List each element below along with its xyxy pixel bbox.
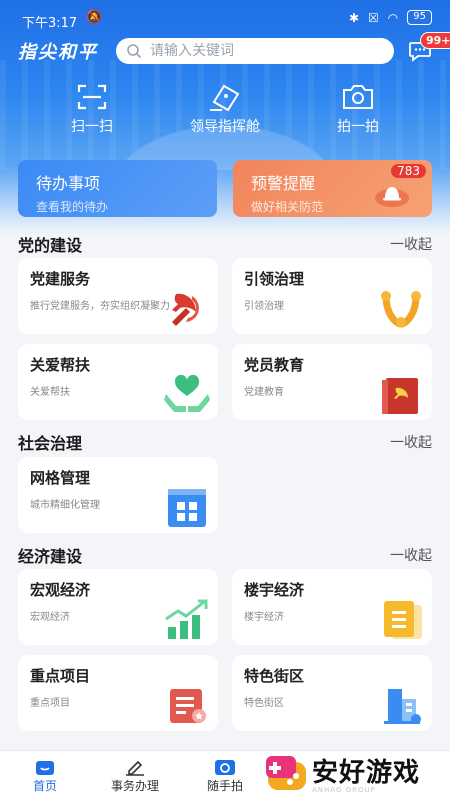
watermark-sub: ANHAO GROUP [312,786,376,794]
bluetooth-icon: ✱ [348,10,360,25]
card-title: 特色街区 [244,667,305,685]
card-leading[interactable]: 引领治理 引领治理 [232,258,432,334]
quick-photo[interactable]: 拍一拍 [330,82,386,136]
card-title: 引领治理 [244,270,305,288]
sim-icon: ☒ [368,10,379,25]
quick-scan-label: 扫一扫 [71,119,113,135]
section-header-social: 社会治理 一收起 [18,430,432,453]
cockpit-icon [210,84,240,112]
search-icon [127,44,142,59]
todo-subtitle: 查看我的待办 [36,200,109,214]
quick-scan[interactable]: 扫一扫 [64,82,120,136]
nav-snapshot[interactable]: 随手拍 [190,757,260,794]
section-header-party: 党的建设 一收起 [18,232,432,255]
mute-icon: 🔕 [86,10,103,25]
nav-affairs-label: 事务办理 [110,779,159,793]
section-header-economy: 经济建设 一收起 [18,543,432,566]
card-building-economy[interactable]: 楼宇经济 楼宇经济 [232,569,432,645]
leading-icon [381,291,421,328]
project-icon [170,689,206,723]
card-grid-management[interactable]: 网格管理 城市精细化管理 [18,457,218,533]
warning-card[interactable]: 预警提醒 做好相关防范 783 [233,160,432,217]
watermark-title: 安好游戏 [312,758,421,788]
quick-actions: 扫一扫 领导指挥舱 拍一拍 [0,82,450,142]
card-key-projects[interactable]: 重点项目 重点项目 [18,655,218,731]
status-icons: ✱ ☒ ◠ 95 [349,10,432,25]
home-icon [36,761,54,775]
status-time: 下午3:17 [22,16,78,31]
todo-card[interactable]: 待办事项 查看我的待办 [18,160,217,217]
card-featured-street[interactable]: 特色街区 特色街区 [232,655,432,731]
battery-icon: 95 [407,10,432,25]
collapse-button[interactable]: 一收起 [390,545,432,565]
card-party-service[interactable]: 党建服务 推行党建服务，夯实组织凝聚力 [18,258,218,334]
watermark: 安好游戏 ANHAO GROUP [262,752,450,800]
camera-icon [343,85,373,109]
todo-title: 待办事项 [36,174,101,193]
quick-cockpit-label: 领导指挥舱 [190,119,260,135]
card-macro-economy[interactable]: 宏观经济 宏观经济 [18,569,218,645]
card-title: 重点项目 [30,667,91,685]
collapse-button[interactable]: 一收起 [390,234,432,254]
party-emblem-icon [172,293,199,326]
section-title: 经济建设 [18,547,83,566]
card-title: 党建服务 [30,270,91,288]
quick-photo-label: 拍一拍 [337,119,379,135]
card-title: 关爱帮扶 [30,356,91,374]
nav-affairs[interactable]: 事务办理 [100,757,170,794]
chart-icon [165,599,208,639]
top-bar: 指尖和平 99+ [0,32,450,66]
card-title: 宏观经济 [30,581,91,599]
search-box[interactable] [116,38,394,64]
edit-icon [126,760,144,776]
card-title: 网格管理 [30,469,91,487]
scan-icon [77,84,107,110]
card-party-education[interactable]: 党员教育 党建教育 [232,344,432,420]
camera-icon [215,760,235,775]
card-title: 党员教育 [244,356,305,374]
section-title: 党的建设 [18,236,83,255]
party-book-icon [382,378,418,414]
warning-badge: 783 [391,164,426,178]
section-title: 社会治理 [18,434,83,453]
nav-home[interactable]: 首页 [10,757,80,794]
quick-cockpit[interactable]: 领导指挥舱 [180,82,270,136]
care-icon [164,374,210,412]
status-bar: 下午3:17 🔕 ✱ ☒ ◠ 95 [0,0,450,36]
message-badge: 99+ [420,32,450,49]
search-input[interactable] [150,43,370,59]
card-title: 楼宇经济 [244,581,305,599]
card-care[interactable]: 关爱帮扶 关爱帮扶 [18,344,218,420]
collapse-button[interactable]: 一收起 [390,432,432,452]
grid-icon [168,489,206,527]
nav-snapshot-label: 随手拍 [206,779,243,793]
wifi-icon: ◠ [387,10,399,25]
nav-home-label: 首页 [32,779,57,793]
app-logo: 指尖和平 [18,42,98,63]
gamepad-logo-icon [266,756,306,790]
bell-icon [375,187,409,207]
document-icon [384,601,422,639]
building-icon [384,689,421,724]
